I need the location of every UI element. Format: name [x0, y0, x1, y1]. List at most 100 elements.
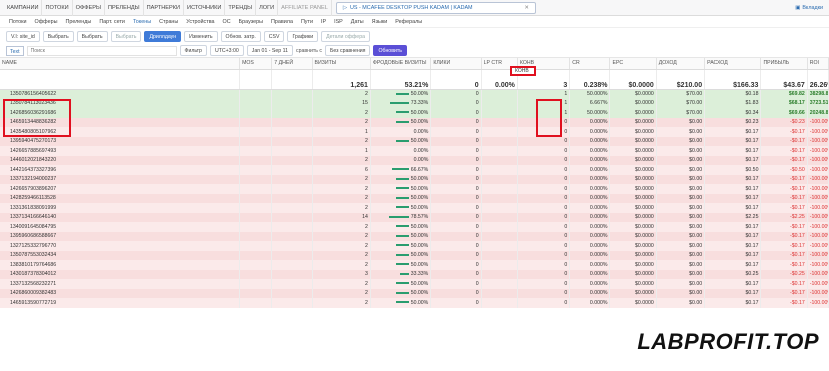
offer-details-button[interactable]: Детали оффера: [321, 30, 370, 42]
table-row[interactable]: 1337134166646140 14 78.57% 0 0 0.000% $0.0000 $…: [0, 212, 829, 222]
compare-select[interactable]: Без сравнения: [325, 45, 371, 56]
table-row[interactable]: 1465913448836282 2 50.00% 0 0 0.000% $0.0000 $0…: [0, 117, 829, 127]
col-profit[interactable]: ПРИБЫЛЬ: [760, 58, 808, 70]
row-conversions-cell: 0: [517, 250, 571, 260]
table-row[interactable]: 1383810179764686 2 50.00% 0 0 0.000% $0.0000 $0…: [0, 260, 829, 270]
table-row[interactable]: 1426860009382483 2 50.00% 0 0 0.000% $0.0000 $0…: [0, 288, 829, 298]
search-input[interactable]: [26, 45, 177, 56]
nav-sources[interactable]: ИСТОЧНИКИ: [184, 0, 226, 16]
filter-button[interactable]: Фильтр: [179, 45, 207, 56]
group-isp[interactable]: ISP: [331, 19, 346, 25]
table-row[interactable]: 1350786156405622 2 50.00% 0 1 50.000% $0.0000 $…: [0, 89, 829, 99]
col-revenue[interactable]: ДОХОД: [656, 58, 706, 70]
group-tokens[interactable]: Токены: [130, 19, 154, 25]
row-epc-cell: $0.0000: [609, 146, 657, 156]
row-epc-cell: $0.0000: [609, 108, 657, 118]
refresh-button[interactable]: Обновить: [373, 45, 407, 56]
col-cr[interactable]: CR: [569, 58, 611, 70]
row-epc-cell: $0.0000: [609, 193, 657, 203]
table-row[interactable]: 1340091645084795 2 50.00% 0 0 0.000% $0.0000 $0…: [0, 222, 829, 232]
group-aff-networks[interactable]: Парт. сети: [96, 19, 128, 25]
play-icon: ▷: [342, 4, 348, 11]
row-cost-cell: $0.17: [704, 193, 762, 203]
conversions-header-highlight[interactable]: КОНВ: [510, 66, 536, 76]
row-cost-cell: $0.25: [704, 269, 762, 279]
group-rules[interactable]: Правила: [268, 19, 296, 25]
fraud-bar: [395, 234, 409, 237]
table-row[interactable]: 1426856036291686 2 50.00% 0 1 50.000% $0.0000 $…: [0, 108, 829, 118]
table-row[interactable]: 1395940475270173 2 50.00% 0 0 0.000% $0.0000 $0…: [0, 136, 829, 146]
edit-button[interactable]: Изменить: [184, 30, 218, 42]
table-row[interactable]: 1430187378304012 3 33.33% 0 0 0.000% $0.0000 $0…: [0, 269, 829, 279]
col-clicks[interactable]: КЛИКИ: [430, 58, 482, 70]
col-fraud-visits[interactable]: ФРОДОВЫЕ ВИЗИТЫ: [370, 58, 432, 70]
update-costs-button[interactable]: Обнов. затр.: [220, 30, 261, 42]
row-lp-ctr-cell: [481, 155, 518, 165]
drilldown-button[interactable]: Дриллдаун: [144, 30, 182, 42]
close-icon[interactable]: ✕: [524, 2, 529, 14]
table-row[interactable]: 1350784113023436 15 73.33% 0 1 6.667% $0.0000 $…: [0, 98, 829, 108]
group-devices[interactable]: Устройства: [183, 19, 217, 25]
col-epc[interactable]: EPC: [609, 58, 657, 70]
group-flows[interactable]: Потоки: [6, 19, 30, 25]
fraud-value: 50.00%: [410, 91, 429, 97]
row-fraud-cell: 50.00%: [370, 288, 432, 298]
row-conversions-cell: 0: [517, 117, 571, 127]
group-paths[interactable]: Пути: [298, 19, 316, 25]
nav-campaigns[interactable]: КАМПАНИИ: [4, 0, 43, 16]
date-range-picker[interactable]: Jan 01 - Sep 11: [246, 45, 293, 56]
col-name[interactable]: NAME: [0, 58, 241, 70]
group-browsers[interactable]: Браузеры: [236, 19, 266, 25]
group-select-2[interactable]: Выбрать: [42, 30, 74, 42]
csv-button[interactable]: CSV: [263, 30, 285, 42]
group-referrers[interactable]: Рефералы: [392, 19, 425, 25]
group-countries[interactable]: Страны: [156, 19, 181, 25]
table-row[interactable]: 1350787553032434 2 50.00% 0 0 0.000% $0.0000 $0…: [0, 250, 829, 260]
nav-logs[interactable]: ЛОГИ: [256, 0, 279, 16]
timezone-select[interactable]: UTC+3:00: [209, 45, 244, 56]
table-row[interactable]: 1426657885697493 1 0.00% 0 0 0.000% $0.0000 $0.…: [0, 146, 829, 156]
group-select-4[interactable]: Выбрать: [110, 30, 142, 42]
group-select-3[interactable]: Выбрать: [76, 30, 108, 42]
table-row[interactable]: 1446012021843220 2 0.00% 0 0 0.000% $0.0000 $0.…: [0, 155, 829, 165]
col-roi[interactable]: ROI: [807, 58, 829, 70]
row-lp-ctr-cell: [481, 89, 518, 99]
table-row[interactable]: 1395960686588667 2 50.00% 0 0 0.000% $0.0000 $0…: [0, 231, 829, 241]
group-select-1[interactable]: V.I: site_id: [6, 30, 40, 42]
group-landers[interactable]: Преленды: [62, 19, 94, 25]
col-cost[interactable]: РАСХОД: [704, 58, 762, 70]
row-cr-cell: 50.000%: [569, 108, 611, 118]
table-row[interactable]: 1337132568232271 2 50.00% 0 0 0.000% $0.0000 $0…: [0, 279, 829, 289]
table-row[interactable]: 1442164373327396 6 66.67% 0 0 0.000% $0.0000 $0…: [0, 165, 829, 175]
col-7days[interactable]: 7 ДНЕЙ: [271, 58, 313, 70]
row-name-cell: 1465913448836282: [0, 117, 241, 127]
table-row[interactable]: 1327125332796770 2 50.00% 0 0 0.000% $0.0000 $0…: [0, 241, 829, 251]
campaign-tab[interactable]: ▷ US - MCAFEE DESKTOP PUSH KADAM | KADAM…: [335, 1, 536, 14]
row-lp-ctr-cell: [481, 269, 518, 279]
col-visits[interactable]: ВИЗИТЫ: [312, 58, 371, 70]
col-mos[interactable]: MOS: [239, 58, 273, 70]
group-ip[interactable]: IP: [318, 19, 329, 25]
table-row[interactable]: 1465913590772719 2 50.00% 0 0 0.000% $0.0000 $0…: [0, 298, 829, 308]
search-mode-toggle[interactable]: Text: [6, 45, 24, 56]
table-row[interactable]: 1435480805107962 1 0.00% 0 0 0.000% $0.0000 $0.…: [0, 127, 829, 137]
charts-button[interactable]: Графики: [287, 30, 319, 42]
nav-landers[interactable]: ПРЕЛЕНДЫ: [105, 0, 144, 16]
table-row[interactable]: 1428259466113528 2 50.00% 0 0 0.000% $0.0000 $0…: [0, 193, 829, 203]
table-row[interactable]: 1426657903896207 2 50.00% 0 0 0.000% $0.0000 $0…: [0, 184, 829, 194]
row-epc-cell: $0.0000: [609, 288, 657, 298]
group-dates[interactable]: Даты: [348, 19, 367, 25]
row-conversions-cell: 0: [517, 165, 571, 175]
nav-offers[interactable]: ОФФЕРЫ: [73, 0, 105, 16]
table-row[interactable]: 1337132194000237 2 50.00% 0 0 0.000% $0.0000 $0…: [0, 174, 829, 184]
nav-affiliate-panel[interactable]: AFFILIATE PANEL: [278, 0, 332, 16]
group-languages[interactable]: Языки: [369, 19, 391, 25]
nav-trends[interactable]: ТРЕНДЫ: [225, 0, 257, 16]
row-mos-cell: [239, 136, 273, 146]
group-os[interactable]: ОС: [220, 19, 234, 25]
table-row[interactable]: 1331361838091999 2 50.00% 0 0 0.000% $0.0000 $0…: [0, 203, 829, 213]
tabs-button[interactable]: ▣ Вкладки: [795, 5, 823, 11]
nav-affiliates[interactable]: ПАРТНЕРКИ: [144, 0, 185, 16]
group-offers[interactable]: Офферы: [32, 19, 61, 25]
nav-flows[interactable]: ПОТОКИ: [42, 0, 73, 16]
